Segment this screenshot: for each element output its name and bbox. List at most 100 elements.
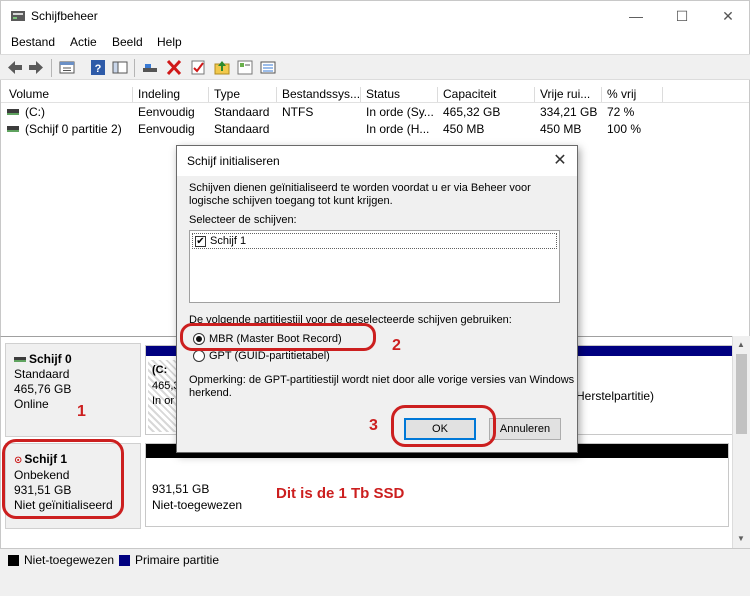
disk0-size: 465,76 GB bbox=[14, 382, 72, 396]
disk-icon bbox=[14, 357, 26, 363]
window-title: Schijfbeheer bbox=[31, 9, 98, 23]
close-window-button[interactable]: ✕ bbox=[705, 1, 750, 31]
col-vrije-ruimte[interactable]: Vrije rui... bbox=[536, 87, 602, 102]
disk-select-item-label: Schijf 1 bbox=[210, 235, 247, 247]
disk0-label[interactable]: Schijf 0 Standaard 465,76 GB Online bbox=[5, 343, 141, 437]
cell-capaciteit: 465,32 GB bbox=[443, 105, 501, 119]
annotation-circle-disk1 bbox=[2, 439, 124, 519]
forward-arrow-icon[interactable] bbox=[27, 59, 45, 76]
svg-text:?: ? bbox=[95, 63, 102, 75]
col-type[interactable]: Type bbox=[210, 87, 277, 102]
legend-swatch-unallocated bbox=[8, 555, 19, 566]
scroll-up-icon[interactable]: ▲ bbox=[737, 340, 745, 349]
col-status[interactable]: Status bbox=[362, 87, 438, 102]
back-arrow-icon[interactable] bbox=[6, 59, 24, 76]
menu-help[interactable]: Help bbox=[157, 35, 182, 49]
details-icon[interactable] bbox=[259, 59, 277, 76]
status-bar bbox=[0, 570, 750, 596]
volume-row[interactable]: (Schijf 0 partitie 2) Eenvoudig Standaar… bbox=[1, 121, 749, 138]
cell-vrije-ruimte: 450 MB bbox=[540, 122, 582, 136]
toolbar: ? bbox=[0, 54, 750, 80]
minimize-button[interactable]: — bbox=[613, 1, 659, 31]
volume-row[interactable]: (C:) Eenvoudig Standaard NTFS In orde (S… bbox=[1, 104, 749, 121]
legend: Niet-toegewezen Primaire partitie bbox=[0, 548, 750, 570]
help-icon[interactable]: ? bbox=[89, 59, 107, 76]
recovery-partition-text: Herstelpartitie) bbox=[576, 389, 655, 403]
connect-icon[interactable] bbox=[141, 59, 159, 76]
gpt-label[interactable]: GPT (GUID-partitietabel) bbox=[209, 350, 330, 363]
cell-type: Standaard bbox=[214, 105, 270, 119]
col-indeling[interactable]: Indeling bbox=[134, 87, 209, 102]
dialog-close-icon[interactable]: ✕ bbox=[549, 150, 571, 172]
annotation-number-2: 2 bbox=[392, 337, 401, 354]
window-titlebar: Schijfbeheer — ☐ ✕ bbox=[0, 0, 750, 30]
unallocated-space[interactable]: 931,51 GB Niet-toegewezen bbox=[148, 462, 726, 524]
volume-icon bbox=[7, 109, 19, 115]
delete-icon[interactable] bbox=[165, 59, 183, 76]
menu-bestand[interactable]: Bestand bbox=[11, 35, 55, 49]
partition-c-label: (C: bbox=[152, 364, 168, 376]
scroll-down-icon[interactable]: ▼ bbox=[737, 534, 745, 543]
unallocated-status: Niet-toegewezen bbox=[152, 498, 243, 512]
disk-select-list: ✔ Schijf 1 bbox=[189, 230, 560, 303]
volume-list-header: Volume Indeling Type Bestandssys... Stat… bbox=[1, 85, 749, 103]
menu-actie[interactable]: Actie bbox=[70, 35, 97, 49]
cell-type: Standaard bbox=[214, 122, 270, 136]
dialog-intro-line1: Schijven dienen geïnitialiseerd te worde… bbox=[189, 182, 531, 194]
col-capaciteit[interactable]: Capaciteit bbox=[439, 87, 535, 102]
toolbar-separator bbox=[51, 59, 52, 77]
cell-procent-vrij: 100 % bbox=[607, 122, 642, 136]
annotation-circle-ok bbox=[391, 405, 496, 447]
disk-checkbox[interactable]: ✔ bbox=[195, 236, 206, 247]
properties-icon[interactable] bbox=[58, 59, 76, 76]
gpt-note-line2: herkend. bbox=[189, 387, 232, 399]
menu-bar: Bestand Actie Beeld Help bbox=[0, 30, 750, 54]
cell-vrije-ruimte: 334,21 GB bbox=[540, 105, 598, 119]
legend-primary: Primaire partitie bbox=[135, 553, 220, 567]
cell-indeling: Eenvoudig bbox=[138, 122, 195, 136]
cell-status: In orde (H... bbox=[366, 122, 430, 136]
menu-beeld[interactable]: Beeld bbox=[112, 35, 143, 49]
unallocated-size: 931,51 GB bbox=[152, 482, 210, 496]
initialize-disk-dialog: Schijf initialiseren ✕ Schijven dienen g… bbox=[176, 145, 578, 453]
up-folder-icon[interactable] bbox=[213, 59, 231, 76]
disk1-partitions: 931,51 GB Niet-toegewezen bbox=[145, 443, 729, 527]
cell-capaciteit: 450 MB bbox=[443, 122, 485, 136]
vertical-scrollbar[interactable]: ▲ ▼ bbox=[732, 336, 750, 548]
gpt-note-line1: Opmerking: de GPT-partitiestijl wordt ni… bbox=[189, 374, 575, 386]
gpt-radio[interactable] bbox=[193, 350, 205, 362]
cell-indeling: Eenvoudig bbox=[138, 105, 195, 119]
maximize-button[interactable]: ☐ bbox=[659, 1, 705, 31]
col-volume[interactable]: Volume bbox=[5, 87, 133, 102]
col-procent-vrij[interactable]: % vrij bbox=[603, 87, 663, 102]
checklist-icon[interactable] bbox=[189, 59, 207, 76]
cell-procent-vrij: 72 % bbox=[607, 105, 635, 119]
disk0-type: Standaard bbox=[14, 367, 70, 381]
scrollbar-thumb[interactable] bbox=[736, 354, 747, 434]
select-disks-label: Selecteer de schijven: bbox=[189, 214, 297, 226]
cell-status: In orde (Sy... bbox=[366, 105, 434, 119]
console-icon[interactable] bbox=[111, 59, 129, 76]
cell-volume: (Schijf 0 partitie 2) bbox=[25, 122, 122, 136]
legend-swatch-primary bbox=[119, 555, 130, 566]
partition-c-status: In or bbox=[152, 395, 175, 407]
disk0-name: Schijf 0 bbox=[14, 352, 132, 367]
toolbar-separator bbox=[134, 59, 135, 77]
disk-select-item[interactable]: ✔ Schijf 1 bbox=[192, 233, 557, 249]
cell-volume: (C:) bbox=[25, 105, 45, 119]
cancel-button[interactable]: Annuleren bbox=[489, 418, 561, 440]
disk0-status: Online bbox=[14, 397, 49, 411]
volume-icon bbox=[7, 126, 19, 132]
dialog-titlebar: Schijf initialiseren ✕ bbox=[177, 146, 577, 176]
cell-bestandssysteem: NTFS bbox=[282, 105, 314, 119]
dialog-title: Schijf initialiseren bbox=[187, 154, 280, 168]
annotation-number-1: 1 bbox=[77, 403, 86, 420]
col-bestandssysteem[interactable]: Bestandssys... bbox=[278, 87, 361, 102]
annotation-ssd-text: Dit is de 1 Tb SSD bbox=[276, 485, 405, 502]
annotation-number-3: 3 bbox=[369, 417, 378, 434]
disk-management-app-icon bbox=[11, 11, 25, 21]
disk0-name-text: Schijf 0 bbox=[29, 352, 72, 366]
annotation-circle-mbr bbox=[180, 323, 376, 351]
legend-unallocated: Niet-toegewezen bbox=[24, 553, 115, 567]
export-list-icon[interactable] bbox=[236, 59, 254, 76]
